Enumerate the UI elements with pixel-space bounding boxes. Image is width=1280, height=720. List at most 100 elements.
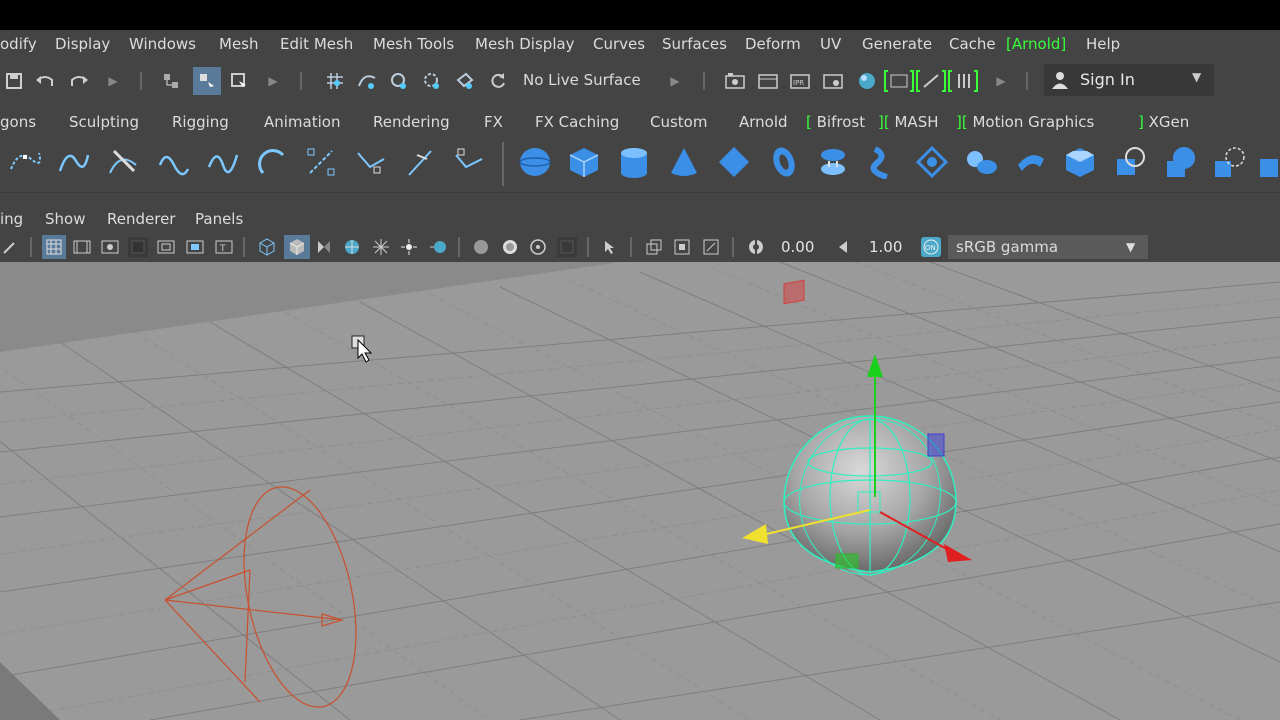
ambient-occlusion-icon[interactable] xyxy=(428,237,448,257)
pencil-icon[interactable] xyxy=(0,237,20,257)
polygon-cone-icon[interactable] xyxy=(666,144,702,180)
menu-renderer[interactable]: Renderer xyxy=(107,210,175,228)
multi-cut-icon[interactable] xyxy=(1162,144,1198,180)
menu-cache[interactable]: Cache xyxy=(949,35,996,53)
snap-to-view-plane-icon[interactable] xyxy=(421,70,443,92)
xray-joints-icon[interactable] xyxy=(644,237,664,257)
cv-curve-tool-icon[interactable] xyxy=(6,144,42,180)
frame-selection-icon[interactable] xyxy=(672,237,692,257)
arnold-flush-icon[interactable] xyxy=(948,70,978,92)
use-all-lights-icon[interactable] xyxy=(371,237,391,257)
make-live-icon[interactable] xyxy=(454,70,476,92)
select-by-hierarchy-icon[interactable] xyxy=(160,70,182,92)
textured-icon[interactable] xyxy=(342,237,362,257)
gamma-field[interactable]: 1.00 xyxy=(869,237,902,257)
snap-to-grid-icon[interactable] xyxy=(324,70,346,92)
menu-arnold[interactable]: [Arnold] xyxy=(1006,35,1066,53)
isolate-select-icon[interactable] xyxy=(557,237,577,257)
insert-knot-icon[interactable] xyxy=(402,144,438,180)
ipr-render-icon[interactable]: IPR xyxy=(789,70,811,92)
tab-sculpting[interactable]: Sculpting xyxy=(69,113,139,131)
hypershade-icon[interactable] xyxy=(856,70,878,92)
live-surface-field[interactable]: No Live Surface xyxy=(515,65,663,95)
menu-curves[interactable]: Curves xyxy=(593,35,645,53)
wireframe-icon[interactable] xyxy=(257,237,277,257)
bevel-icon[interactable] xyxy=(1062,144,1098,180)
menu-mesh[interactable]: Mesh xyxy=(219,35,259,53)
color-management-toggle-icon[interactable]: ON xyxy=(921,237,941,257)
smooth-icon[interactable] xyxy=(914,144,950,180)
multisample-aa-icon[interactable] xyxy=(500,237,520,257)
smooth-shade-icon[interactable] xyxy=(284,235,310,259)
menu-modify[interactable]: odify xyxy=(0,35,37,53)
menu-deform[interactable]: Deform xyxy=(745,35,801,53)
menu-help[interactable]: Help xyxy=(1086,35,1120,53)
render-sequence-icon[interactable] xyxy=(757,70,779,92)
tab-rigging[interactable]: Rigging xyxy=(172,113,229,131)
arnold-ipr-icon[interactable] xyxy=(916,70,946,92)
menu-uv[interactable]: UV xyxy=(820,35,841,53)
tab-mash[interactable]: ][ MASH xyxy=(878,113,939,131)
save-scene-icon[interactable] xyxy=(3,70,25,92)
arnold-render-view-icon[interactable] xyxy=(884,70,914,92)
separate-icon[interactable] xyxy=(864,144,900,180)
tab-arnold[interactable]: Arnold xyxy=(739,113,788,131)
default-material-icon[interactable] xyxy=(314,237,334,257)
exposure-field[interactable]: 0.00 xyxy=(781,237,814,257)
tab-bifrost[interactable]: [ Bifrost xyxy=(806,113,865,131)
collapse-arrow-icon[interactable]: ▶ xyxy=(262,70,284,92)
menu-generate[interactable]: Generate xyxy=(862,35,932,53)
more-shelf-icon[interactable] xyxy=(1255,144,1280,180)
collapse-arrow-icon[interactable]: ▶ xyxy=(990,70,1012,92)
sign-in-button[interactable]: Sign In ▼ xyxy=(1044,64,1214,96)
arc-tool-icon[interactable] xyxy=(254,144,290,180)
view-transform-select[interactable]: sRGB gamma ▼ xyxy=(948,235,1148,259)
tab-motion-graphics[interactable]: ][ Motion Graphics xyxy=(956,113,1094,131)
render-current-frame-icon[interactable] xyxy=(724,70,746,92)
exposure-icon[interactable] xyxy=(746,237,766,257)
tab-fx[interactable]: FX xyxy=(484,113,503,131)
polygon-cylinder-icon[interactable] xyxy=(616,144,652,180)
three-point-arc-icon[interactable] xyxy=(155,144,191,180)
tab-animation[interactable]: Animation xyxy=(264,113,340,131)
field-chart-icon[interactable] xyxy=(156,237,176,257)
safe-action-icon[interactable] xyxy=(185,237,205,257)
extend-curve-icon[interactable] xyxy=(451,144,487,180)
polygon-sphere-icon[interactable] xyxy=(517,144,553,180)
polygon-plane-icon[interactable] xyxy=(716,144,752,180)
collapse-arrow-icon[interactable]: ▶ xyxy=(664,70,686,92)
undo-icon[interactable] xyxy=(34,70,56,92)
menu-edit-mesh[interactable]: Edit Mesh xyxy=(280,35,353,53)
resolution-gate-icon[interactable] xyxy=(100,237,120,257)
tab-custom[interactable]: Custom xyxy=(650,113,707,131)
snap-to-point-icon[interactable] xyxy=(388,70,410,92)
safe-title-icon[interactable]: T xyxy=(214,237,234,257)
gamma-icon[interactable] xyxy=(834,237,854,257)
bridge-icon[interactable] xyxy=(964,144,1000,180)
collapse-arrow-icon[interactable]: ▶ xyxy=(102,70,124,92)
grid-toggle-icon[interactable] xyxy=(42,235,66,259)
bezier-curve-tool-icon[interactable] xyxy=(204,144,240,180)
select-by-component-icon[interactable] xyxy=(228,70,250,92)
render-settings-icon[interactable] xyxy=(822,70,844,92)
insert-edge-loop-icon[interactable] xyxy=(1112,144,1148,180)
menu-mesh-tools[interactable]: Mesh Tools xyxy=(373,35,454,53)
redo-icon[interactable] xyxy=(68,70,90,92)
frame-all-icon[interactable] xyxy=(701,237,721,257)
shadows-icon[interactable] xyxy=(399,237,419,257)
pencil-curve-tool-icon[interactable] xyxy=(105,144,141,180)
menu-mesh-display[interactable]: Mesh Display xyxy=(475,35,575,53)
boolean-icon[interactable] xyxy=(1212,144,1248,180)
motion-blur-icon[interactable] xyxy=(471,237,491,257)
tab-rendering[interactable]: Rendering xyxy=(373,113,450,131)
detach-curves-icon[interactable] xyxy=(353,144,389,180)
menu-display[interactable]: Display xyxy=(55,35,110,53)
menu-show[interactable]: Show xyxy=(45,210,85,228)
live-surface-icon[interactable] xyxy=(487,70,509,92)
tab-fx-caching[interactable]: FX Caching xyxy=(535,113,619,131)
xray-icon[interactable] xyxy=(600,237,620,257)
depth-of-field-icon[interactable] xyxy=(528,237,548,257)
perspective-viewport[interactable] xyxy=(0,262,1280,720)
combine-icon[interactable] xyxy=(815,144,851,180)
menu-panels[interactable]: Panels xyxy=(195,210,243,228)
